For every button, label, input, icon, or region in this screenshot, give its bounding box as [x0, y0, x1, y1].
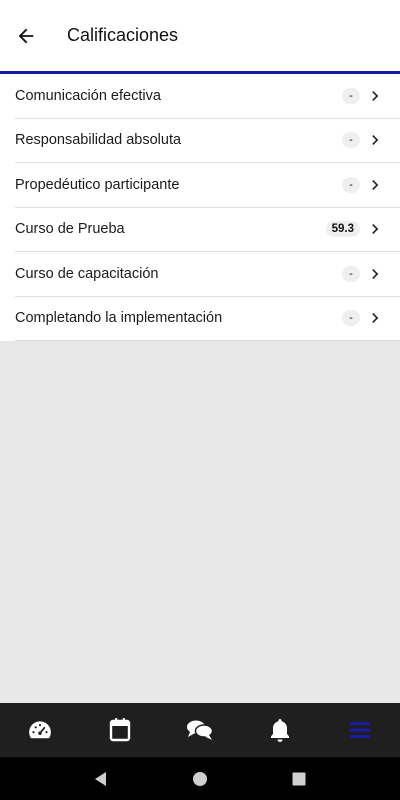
- course-name: Curso de capacitación: [15, 265, 159, 282]
- back-triangle-icon: [95, 771, 107, 786]
- bell-icon: [271, 719, 289, 742]
- grade-badge: -: [342, 310, 360, 327]
- nav-calendar[interactable]: [90, 703, 150, 757]
- system-home-button[interactable]: [180, 759, 220, 799]
- course-name: Curso de Prueba: [15, 221, 125, 238]
- page-title: Calificaciones: [67, 25, 179, 45]
- system-back-button[interactable]: [81, 759, 121, 799]
- calendar-icon: [109, 718, 131, 742]
- list-item[interactable]: Propedéutico participante -: [15, 163, 400, 208]
- course-name: Responsabilidad absoluta: [15, 132, 182, 149]
- home-circle-icon: [192, 771, 207, 786]
- grade-badge: -: [342, 132, 360, 149]
- chevron-right-icon: [363, 84, 387, 108]
- system-navigation-bar: [0, 757, 400, 800]
- app-header: Calificaciones: [0, 0, 400, 74]
- grade-badge: -: [342, 176, 360, 193]
- course-name: Comunicación efectiva: [15, 87, 161, 104]
- menu-icon: [350, 722, 370, 738]
- dashboard-gauge-icon: [29, 721, 51, 739]
- system-recents-button[interactable]: [279, 759, 319, 799]
- grade-badge: -: [342, 87, 360, 104]
- chat-icon: [187, 720, 214, 740]
- nav-notifications[interactable]: [250, 703, 310, 757]
- back-button[interactable]: [1, 11, 51, 61]
- bottom-navigation: [0, 703, 400, 757]
- chevron-right-icon: [363, 262, 387, 286]
- chevron-right-icon: [363, 173, 387, 197]
- list-item[interactable]: Comunicación efectiva -: [15, 74, 400, 119]
- nav-dashboard[interactable]: [10, 703, 70, 757]
- arrow-left-icon: [18, 28, 34, 43]
- list-item[interactable]: Curso de capacitación -: [15, 252, 400, 297]
- course-name: Completando la implementación: [15, 310, 223, 327]
- list-item[interactable]: Responsabilidad absoluta -: [15, 119, 400, 163]
- courses-list: Comunicación efectiva - Responsabilidad …: [0, 74, 400, 341]
- list-item[interactable]: Curso de Prueba 59.3: [15, 208, 400, 252]
- nav-chat[interactable]: [170, 703, 230, 757]
- list-item[interactable]: Completando la implementación -: [15, 297, 400, 341]
- chevron-right-icon: [363, 217, 387, 241]
- grade-badge: -: [342, 265, 360, 282]
- nav-menu[interactable]: [330, 703, 390, 757]
- chevron-right-icon: [363, 128, 387, 152]
- chevron-right-icon: [363, 306, 387, 330]
- recents-square-icon: [292, 772, 306, 785]
- course-name: Propedéutico participante: [15, 176, 180, 193]
- grade-badge: 59.3: [325, 221, 360, 238]
